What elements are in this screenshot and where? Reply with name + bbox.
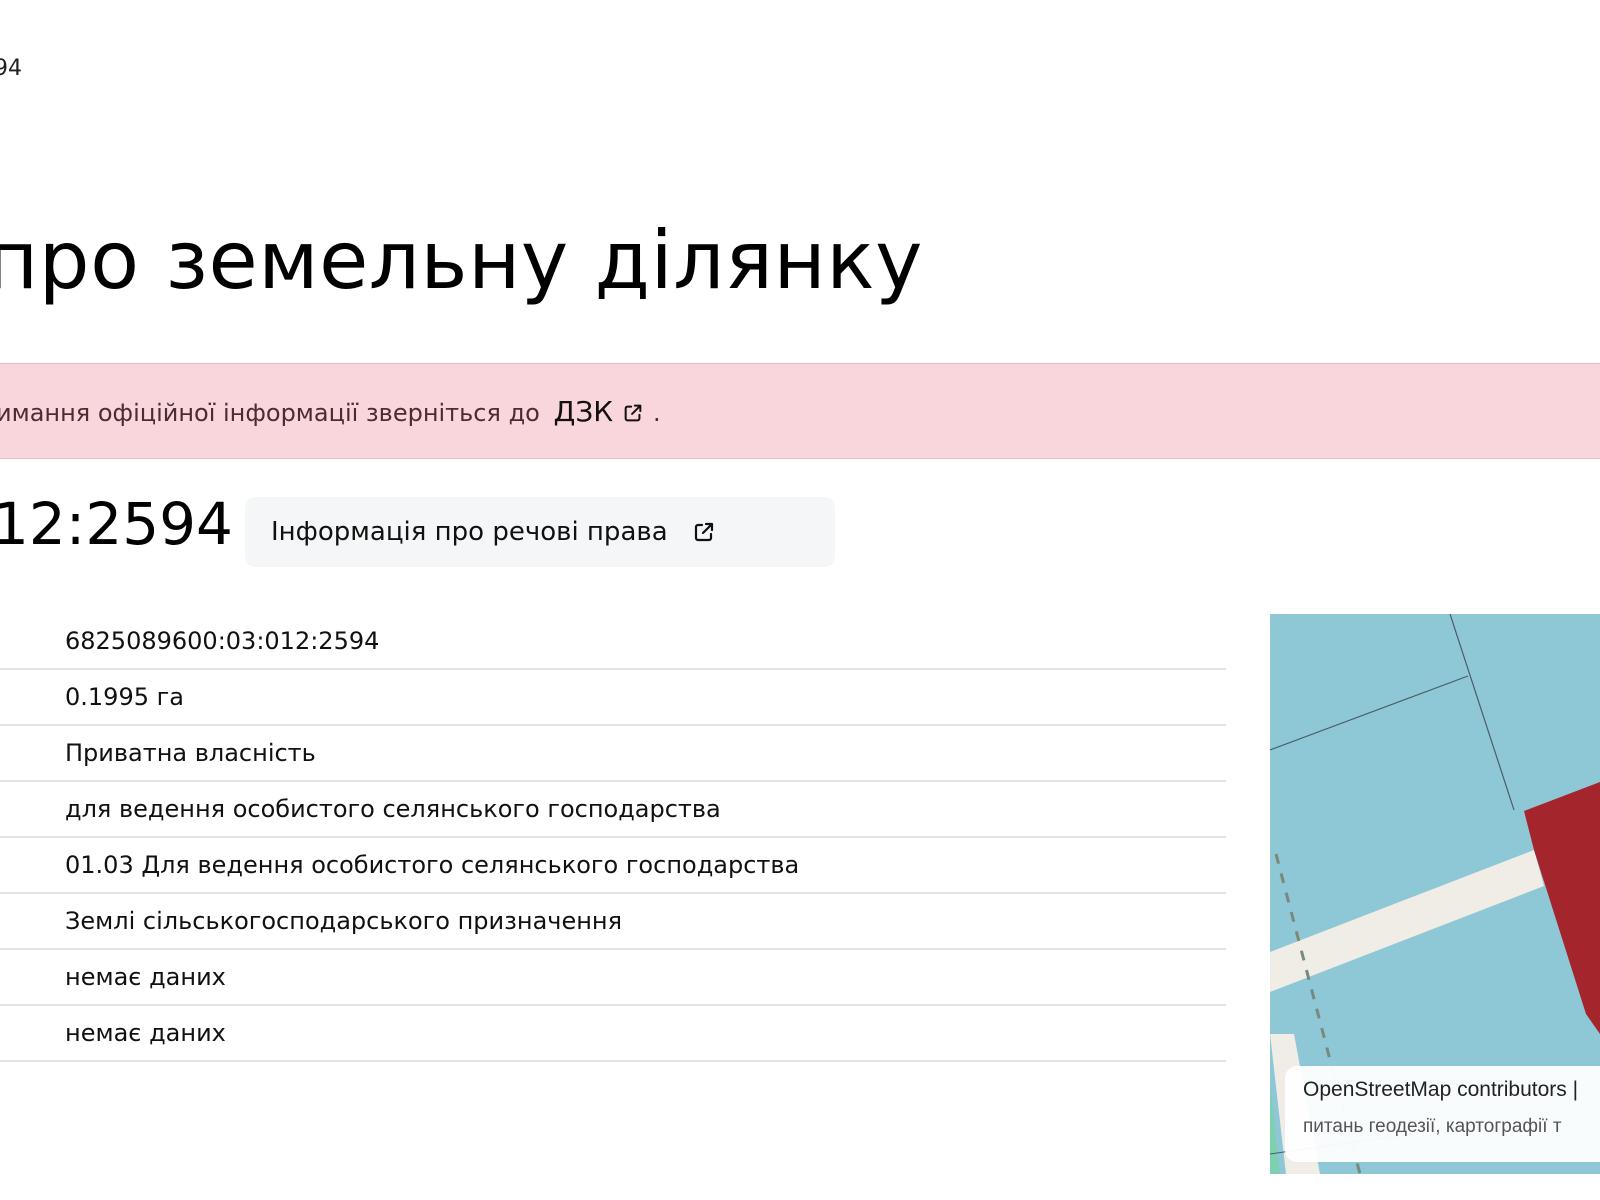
- cadastral-number-heading: 12:2594: [0, 490, 233, 558]
- alert-message: имання офіційної інформації зверніться д…: [0, 398, 540, 427]
- table-row: немає даних: [0, 950, 1226, 1006]
- page: 94 про земельну ділянку имання офіційної…: [0, 0, 1600, 1200]
- dzk-link[interactable]: ДЗК: [553, 395, 653, 428]
- alert-trailing: .: [653, 398, 661, 427]
- ownership-value: Приватна власність: [65, 739, 316, 767]
- parcel-details-table: 6825089600:03:012:2594 0.1995 га Приватн…: [0, 614, 1226, 1062]
- land-category-value: Землі сільськогосподарського призначення: [65, 907, 623, 935]
- dzk-link-label: ДЗК: [553, 394, 614, 428]
- breadcrumb[interactable]: 94: [0, 56, 22, 81]
- table-row: для ведення особистого селянського госпо…: [0, 782, 1226, 838]
- property-rights-button[interactable]: Інформація про речові права: [245, 497, 835, 567]
- table-row: 0.1995 га: [0, 670, 1226, 726]
- alert-text: имання офіційної інформації зверніться д…: [0, 395, 661, 428]
- info-alert: имання офіційної інформації зверніться д…: [0, 363, 1600, 459]
- purpose-code-value: 01.03 Для ведення особистого селянського…: [65, 851, 800, 879]
- attribution-line-gov: питань геодезії, картографії т: [1303, 1116, 1562, 1137]
- no-data-value: немає даних: [65, 1019, 226, 1047]
- area-value: 0.1995 га: [65, 683, 184, 711]
- map-attribution: OpenStreetMap contributors | питань геод…: [1285, 1066, 1600, 1162]
- table-row: 01.03 Для ведення особистого селянського…: [0, 838, 1226, 894]
- table-row: Землі сільськогосподарського призначення: [0, 894, 1226, 950]
- table-row: Приватна власність: [0, 726, 1226, 782]
- cadastral-number-value: 6825089600:03:012:2594: [65, 627, 380, 655]
- table-row: немає даних: [0, 1006, 1226, 1062]
- attribution-line-osm[interactable]: OpenStreetMap contributors |: [1303, 1078, 1600, 1102]
- page-title: про земельну ділянку: [0, 214, 923, 307]
- table-row: 6825089600:03:012:2594: [0, 614, 1226, 670]
- external-link-icon: [624, 404, 642, 421]
- purpose-value: для ведення особистого селянського госпо…: [65, 795, 721, 823]
- external-link-icon: [694, 522, 713, 542]
- no-data-value: немає даних: [65, 963, 226, 991]
- parcel-map[interactable]: OpenStreetMap contributors | питань геод…: [1270, 614, 1600, 1174]
- property-rights-label: Інформація про речові права: [271, 517, 668, 547]
